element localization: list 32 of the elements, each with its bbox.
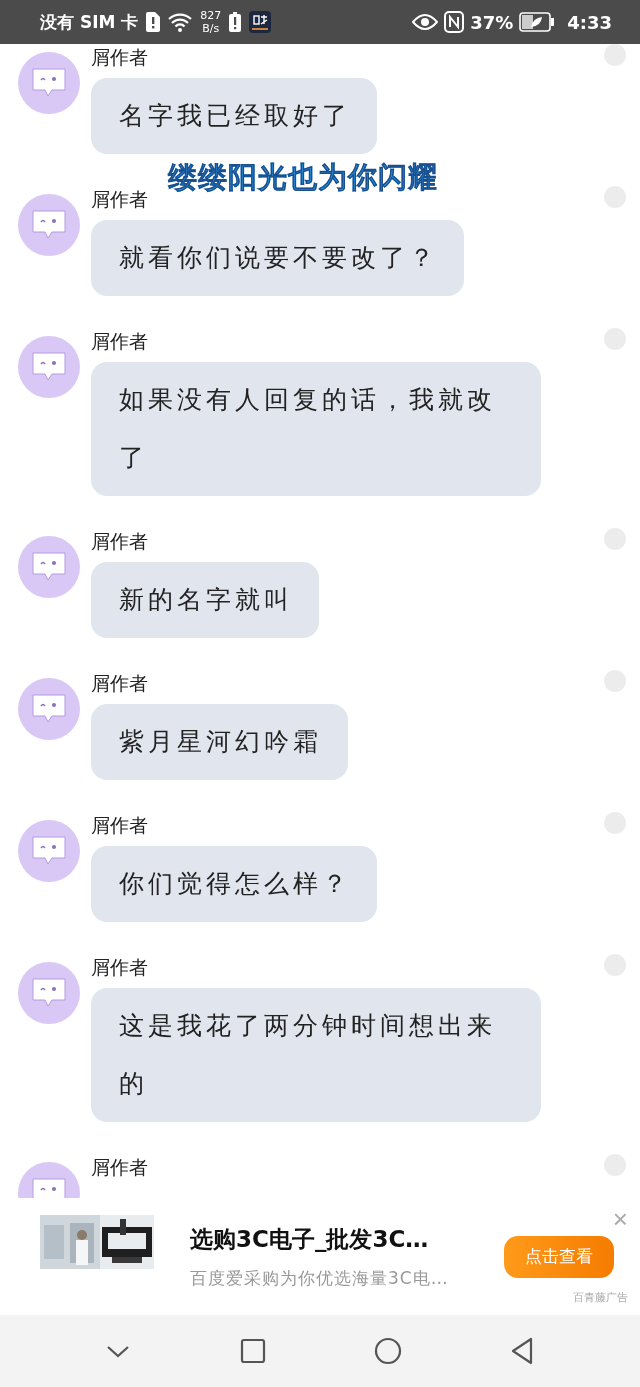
message-bubble[interactable]: 如果没有人回复的话，我就改了 — [91, 362, 541, 496]
message-bubble[interactable]: 名字我已经取好了 — [91, 78, 377, 154]
battery-icon — [519, 12, 556, 32]
message-bubble[interactable]: 这是我花了两分钟时间想出来的 — [91, 988, 541, 1122]
message-bubble[interactable]: 紫月星河幻吟霜 — [91, 704, 348, 780]
author-name: 屑作者 — [91, 45, 148, 70]
clock: 4:33 — [567, 11, 612, 33]
select-circle-icon[interactable] — [604, 44, 626, 66]
nfc-icon — [444, 11, 465, 33]
ad-title[interactable]: 选购3C电子_批发3C… — [190, 1223, 449, 1255]
message-bubble[interactable]: 新的名字就叫 — [91, 562, 319, 638]
wifi-icon — [168, 12, 193, 32]
ad-source-label: 百青藤广告 — [573, 1290, 628, 1305]
network-speed: 827 B/s — [200, 9, 222, 35]
ad-description: 百度爱采购为你优选海量3C电… — [190, 1266, 449, 1290]
author-name: 屑作者 — [91, 187, 148, 212]
author-name: 屑作者 — [91, 813, 148, 838]
overlay-caption: 缕缕阳光也为你闪耀 — [168, 159, 438, 196]
battery-percent: 37% — [470, 11, 514, 33]
author-name: 屑作者 — [91, 529, 148, 554]
app-icon — [249, 11, 272, 33]
sim-alert-icon — [146, 12, 161, 32]
eye-icon — [412, 13, 439, 31]
author-name: 屑作者 — [91, 329, 148, 354]
author-name: 屑作者 — [91, 671, 148, 696]
carrier-text: 没有 SIM 卡 — [40, 10, 139, 34]
battery-alert-icon — [229, 12, 242, 32]
message-bubble[interactable]: 就看你们说要不要改了？ — [91, 220, 464, 296]
author-name: 屑作者 — [91, 1155, 148, 1180]
home-icon[interactable] — [372, 1336, 403, 1366]
author-name: 屑作者 — [91, 955, 148, 980]
message-bubble[interactable]: 你们觉得怎么样？ — [91, 846, 377, 922]
